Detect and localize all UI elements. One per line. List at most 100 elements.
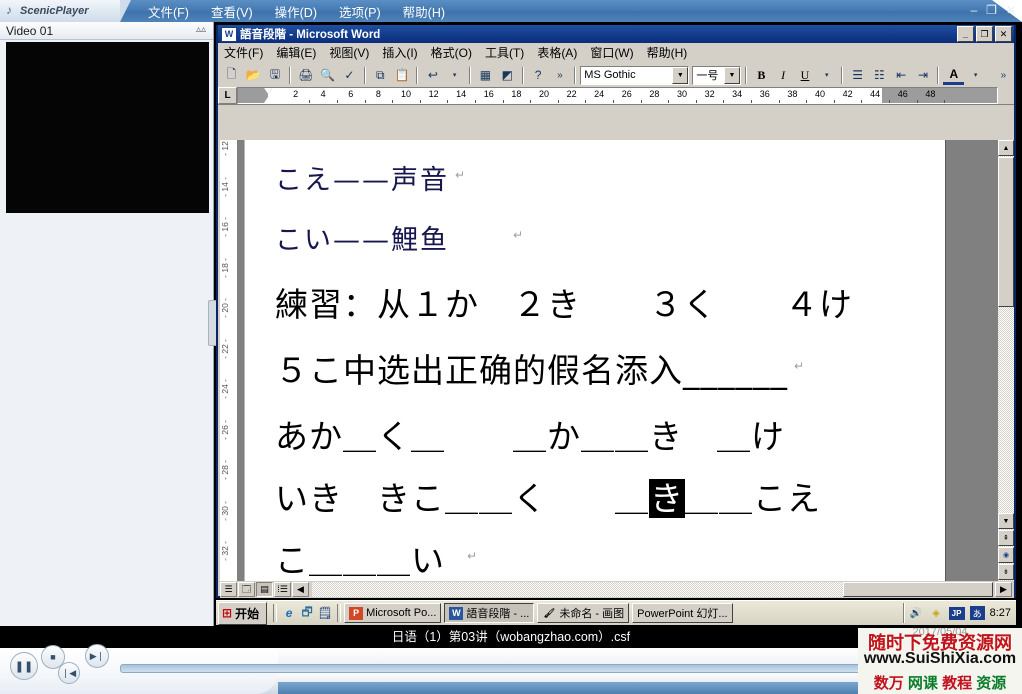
doc-line-1[interactable]: こえ——声音↵ xyxy=(275,158,467,197)
font-color-dropdown-icon[interactable]: ▾ xyxy=(965,65,986,86)
word-standard-toolbar[interactable]: 🗋 📂 🖫 🖨 🔍 ✓ ⧉ 📋 ↩ ▾ ▦ ◩ ? » MS Gothic ▼ … xyxy=(218,63,1014,87)
previous-button[interactable]: ❘◀ xyxy=(58,662,80,684)
increase-indent-icon[interactable]: ⇥ xyxy=(913,65,934,86)
taskbar-clock[interactable]: 8:27 xyxy=(990,607,1011,619)
selected-text[interactable]: き xyxy=(649,479,685,518)
font-color-icon[interactable]: A xyxy=(943,65,964,85)
italic-button[interactable]: I xyxy=(773,65,794,86)
spelling-check-icon[interactable]: ✓ xyxy=(339,65,360,86)
horizontal-ruler[interactable]: L 24681012141618202224262830323436384042… xyxy=(218,87,1014,105)
vertical-scrollbar[interactable]: ▲ ▼ ⇞ ◉ ⇟ xyxy=(998,140,1014,581)
scroll-left-button[interactable]: ◀ xyxy=(292,582,309,597)
print-preview-icon[interactable]: 🔍 xyxy=(317,65,338,86)
word-menu-tools[interactable]: 工具(T) xyxy=(485,44,524,61)
underline-button[interactable]: U xyxy=(795,65,816,86)
chevron-down-icon[interactable]: ▼ xyxy=(672,67,688,84)
taskbar-item-word[interactable]: W 語音段階 - ... xyxy=(444,603,534,623)
toolbar-overflow-icon[interactable]: » xyxy=(549,65,570,86)
doc-line-7[interactable]: こ＿＿＿い↵ xyxy=(275,534,478,581)
scroll-up-button[interactable]: ▲ xyxy=(998,140,1014,156)
player-maximize-button[interactable]: ❐ xyxy=(986,3,997,17)
media-icon[interactable]: 🗒 xyxy=(316,604,334,622)
scroll-right-button[interactable]: ▶ xyxy=(995,582,1012,597)
player-minimize-button[interactable]: – xyxy=(970,3,977,17)
word-menu-help[interactable]: 帮助(H) xyxy=(647,44,688,61)
taskbar-item-paint[interactable]: 🖌 未命名 - 画图 xyxy=(537,603,629,623)
save-icon[interactable]: 🖫 xyxy=(265,65,286,86)
show-desktop-icon[interactable]: 🗗 xyxy=(298,604,316,622)
player-menubar[interactable]: 文件(F) 查看(V) 操作(D) 选项(P) 帮助(H) xyxy=(148,0,445,22)
undo-dropdown-icon[interactable]: ▾ xyxy=(444,65,465,86)
word-menu-table[interactable]: 表格(A) xyxy=(537,44,577,61)
word-minimize-button[interactable]: _ xyxy=(957,26,974,42)
word-restore-button[interactable]: ❐ xyxy=(976,26,993,42)
insert-table-icon[interactable]: ▦ xyxy=(475,65,496,86)
word-menu-edit[interactable]: 编辑(E) xyxy=(276,44,316,61)
scroll-down-button[interactable]: ▼ xyxy=(998,513,1014,529)
pause-button[interactable]: ❚❚ xyxy=(10,652,38,680)
horizontal-scrollbar-track[interactable] xyxy=(312,582,993,597)
drawing-icon[interactable]: ◩ xyxy=(497,65,518,86)
vertical-ruler[interactable]: - 12 -- 14 -- 16 -- 18 -- 20 -- 22 -- 24… xyxy=(220,140,238,581)
tab-stop-selector[interactable]: L xyxy=(218,87,237,104)
next-page-button[interactable]: ⇟ xyxy=(998,564,1014,580)
open-folder-icon[interactable]: 📂 xyxy=(243,65,264,86)
player-close-button[interactable]: ✕ xyxy=(1006,3,1016,17)
word-menu-file[interactable]: 文件(F) xyxy=(224,44,263,61)
ruler-strip[interactable]: 2468101214161820222426283032343638404244… xyxy=(237,87,998,104)
normal-view-button[interactable]: ☰ xyxy=(220,582,237,597)
font-name-combobox[interactable]: MS Gothic ▼ xyxy=(580,66,689,85)
bulleted-list-icon[interactable]: ☷ xyxy=(869,65,890,86)
undo-icon[interactable]: ↩ xyxy=(422,65,443,86)
word-menu-insert[interactable]: 插入(I) xyxy=(382,44,417,61)
shield-icon[interactable]: ◈ xyxy=(929,606,944,620)
player-menu-file[interactable]: 文件(F) xyxy=(148,2,189,21)
web-layout-view-button[interactable]: 🗔 xyxy=(238,582,255,597)
word-close-button[interactable]: ✕ xyxy=(995,26,1012,42)
taskbar-item-powerpoint[interactable]: P Microsoft Po... xyxy=(344,603,441,623)
seek-slider-track[interactable] xyxy=(120,664,892,673)
horizontal-scrollbar-row[interactable]: ☰ 🗔 ▤ ⁞☰ ◀ ▶ xyxy=(220,581,1014,598)
internet-explorer-icon[interactable]: e xyxy=(280,604,298,622)
doc-line-6[interactable]: いき きこ＿＿く ＿き＿＿こえ xyxy=(275,472,821,520)
chevrons-up-icon[interactable]: ▵▵ xyxy=(196,24,206,35)
doc-line-5[interactable]: あか＿く＿ ＿か＿＿き ＿け xyxy=(275,410,785,458)
doc-line-4[interactable]: ５こ中选出正确的假名添入______↵ xyxy=(275,344,805,392)
ime-language-indicator[interactable]: JP xyxy=(949,607,965,620)
volume-icon[interactable]: 🔊 xyxy=(909,606,924,620)
word-menu-window[interactable]: 窗口(W) xyxy=(590,44,633,61)
word-menu-view[interactable]: 视图(V) xyxy=(329,44,369,61)
toolbar-overflow-icon[interactable]: » xyxy=(993,65,1014,86)
vertical-scrollbar-thumb[interactable] xyxy=(998,157,1014,307)
paste-icon[interactable]: 📋 xyxy=(392,65,413,86)
help-icon[interactable]: ? xyxy=(528,65,549,86)
font-size-combobox[interactable]: 一号 ▼ xyxy=(692,66,741,85)
player-menu-view[interactable]: 查看(V) xyxy=(211,2,253,21)
video-preview-surface[interactable] xyxy=(6,42,209,213)
doc-line-2[interactable]: こい——鯉鱼↵ xyxy=(275,218,525,257)
player-menu-options[interactable]: 选项(P) xyxy=(339,2,381,21)
print-icon[interactable]: 🖨 xyxy=(295,65,316,86)
previous-page-button[interactable]: ⇞ xyxy=(998,530,1014,546)
new-document-icon[interactable]: 🗋 xyxy=(221,65,242,86)
print-layout-view-button[interactable]: ▤ xyxy=(256,582,273,597)
document-page[interactable]: こえ——声音↵ こい——鯉鱼↵ 練習：从１か ２き ３く ４け ５こ中选出正确的… xyxy=(244,140,945,581)
ime-toolbar-icon[interactable]: あ xyxy=(970,606,985,620)
right-indent-marker-icon[interactable] xyxy=(842,96,850,102)
select-browse-object-button[interactable]: ◉ xyxy=(998,547,1014,563)
taskbar-item-powerpoint-slideshow[interactable]: PowerPoint 幻灯... xyxy=(632,603,732,623)
start-button[interactable]: ⊞ 开始 xyxy=(218,602,267,625)
copy-icon[interactable]: ⧉ xyxy=(370,65,391,86)
player-menu-help[interactable]: 帮助(H) xyxy=(403,2,445,21)
outline-view-button[interactable]: ⁞☰ xyxy=(274,582,291,597)
word-menu-format[interactable]: 格式(O) xyxy=(431,44,472,61)
player-menu-operation[interactable]: 操作(D) xyxy=(275,2,317,21)
player-window-controls[interactable]: – ❐ ✕ xyxy=(970,3,1016,17)
bold-button[interactable]: B xyxy=(751,65,772,86)
numbered-list-icon[interactable]: ☰ xyxy=(847,65,868,86)
next-button[interactable]: ▶❘ xyxy=(85,644,109,668)
word-menubar[interactable]: 文件(F) 编辑(E) 视图(V) 插入(I) 格式(O) 工具(T) 表格(A… xyxy=(218,43,1014,63)
decrease-indent-icon[interactable]: ⇤ xyxy=(891,65,912,86)
indent-marker-icon[interactable] xyxy=(264,88,273,103)
word-titlebar[interactable]: W 語音段階 - Microsoft Word _ ❐ ✕ xyxy=(218,25,1014,43)
